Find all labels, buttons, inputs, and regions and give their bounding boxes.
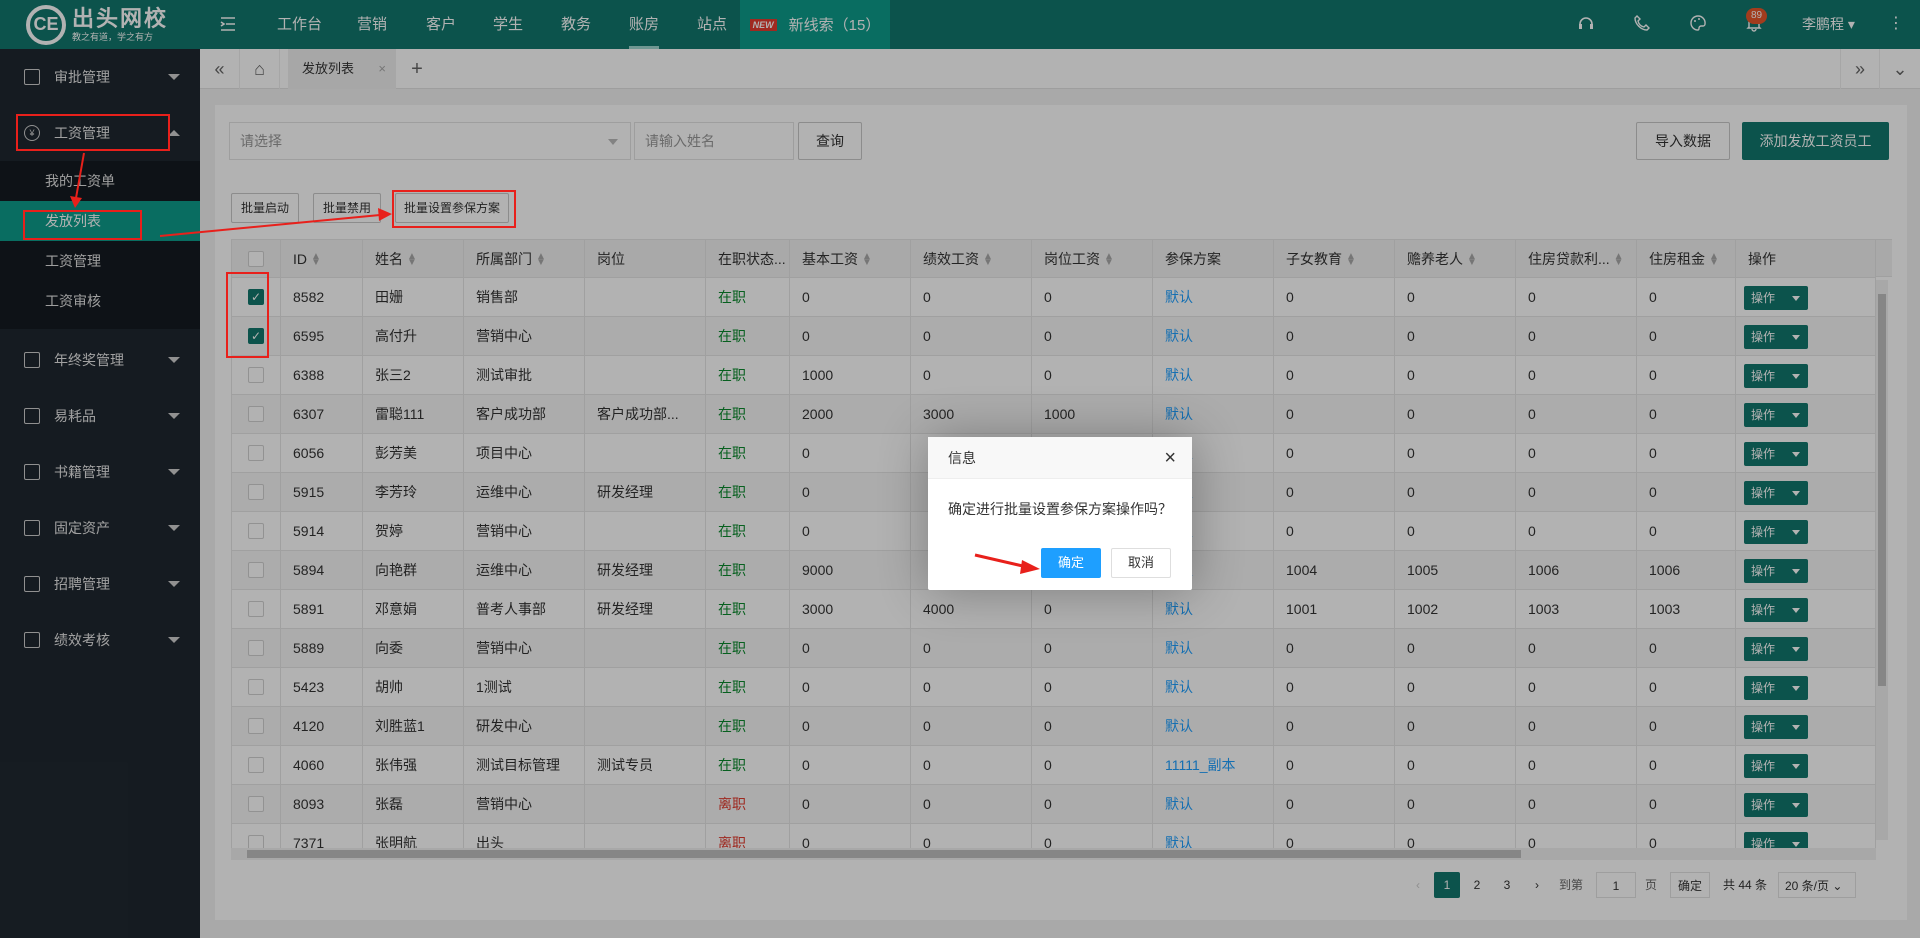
annotation-arrows — [70, 152, 1040, 574]
